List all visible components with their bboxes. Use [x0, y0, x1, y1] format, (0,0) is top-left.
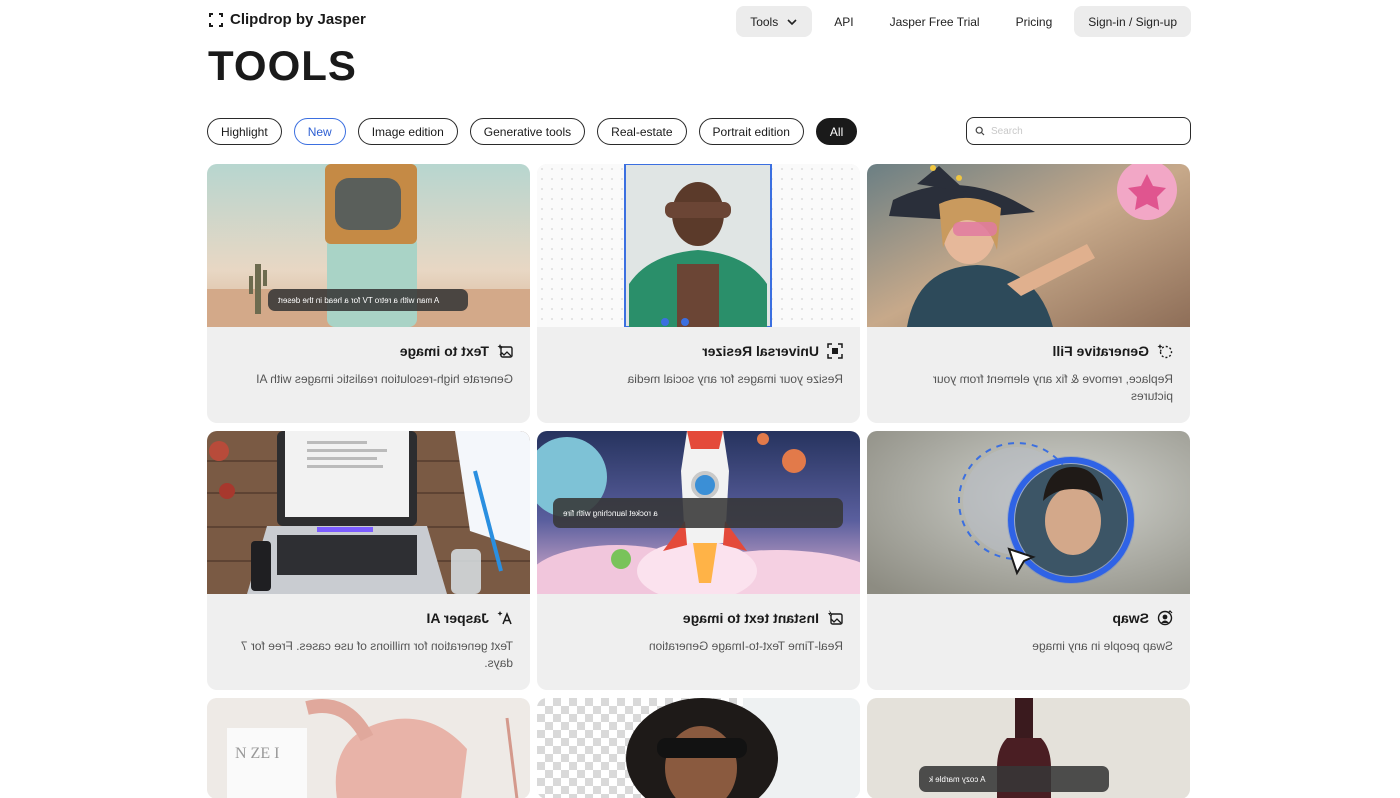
filter-chips: Highlight New Image edition Generative t… [207, 118, 858, 145]
tool-card-universal-resizer[interactable]: Universal Resizer Resize your images for… [537, 164, 860, 423]
search-icon [975, 126, 985, 136]
tool-description: Generate high-resolution realistic image… [256, 372, 513, 386]
tool-image: a rocket launching with fire [537, 431, 860, 594]
tool-name: Generative Fill [1052, 343, 1149, 359]
nav-api-link[interactable]: API [820, 6, 867, 37]
sign-in-label: Sign-in / Sign-up [1088, 14, 1177, 29]
tool-card-instant-text-to-image[interactable]: a rocket launching with fire Instant tex… [537, 431, 860, 690]
tool-heading: Jasper AI [426, 610, 513, 626]
prompt-overlay-text: a rocket launching with fire [563, 508, 658, 518]
tool-description: Text generation for millions of use case… [240, 639, 513, 670]
nav-tools-button[interactable]: Tools [736, 6, 813, 37]
tool-info: Generative Fill Replace, remove & fix an… [867, 327, 1190, 423]
sign-in-button[interactable]: Sign-in / Sign-up [1074, 6, 1191, 37]
tool-heading: Generative Fill [1053, 343, 1173, 359]
search-input[interactable] [991, 125, 1181, 137]
tool-info: Jasper AI Text generation for millions o… [207, 594, 530, 690]
tool-card-background-removal[interactable] [537, 698, 860, 798]
nav-jasper-trial-link[interactable]: Jasper Free Trial [876, 6, 994, 37]
tool-card-text-to-image[interactable]: A man with a retro TV for a head in the … [207, 164, 530, 423]
filter-portrait-edition[interactable]: Portrait edition [698, 118, 804, 145]
filter-generative-tools[interactable]: Generative tools [469, 118, 586, 145]
tool-name: Swap [1112, 610, 1149, 626]
svg-text:N ZE I: N ZE I [235, 745, 279, 762]
tool-heading: Instant text to image [683, 610, 843, 626]
clipdrop-logo-icon [209, 12, 223, 27]
tool-card-jasper-ai[interactable]: Jasper AI Text generation for millions o… [207, 431, 530, 690]
tool-image: A cozy marble k [867, 698, 1190, 798]
tool-card-generative-fill[interactable]: Generative Fill Replace, remove & fix an… [867, 164, 1190, 423]
tool-image [867, 431, 1190, 594]
tool-name: Text to image [399, 343, 489, 359]
tool-description: Resize your images for any social media [627, 372, 843, 386]
resize-frame-icon [827, 343, 843, 359]
tool-card-wine[interactable]: A cozy marble k [867, 698, 1190, 798]
tool-info: Text to image Generate high-resolution r… [207, 327, 530, 423]
prompt-overlay: a rocket launching with fire [553, 498, 843, 528]
tool-info: Swap Swap people in any image [867, 594, 1190, 690]
tool-description: Replace, remove & fix any element from y… [932, 372, 1173, 403]
logo-text: Clipdrop by Jasper [230, 11, 366, 28]
nav-tools-label: Tools [750, 14, 779, 29]
tool-name: Instant text to image [682, 610, 819, 626]
tool-heading: Swap [1112, 610, 1173, 626]
search-box[interactable] [966, 117, 1191, 145]
filter-new[interactable]: New [293, 118, 346, 145]
nav-pricing-label: Pricing [1015, 14, 1053, 29]
image-bolt-icon [828, 610, 843, 625]
face-swap-icon [1157, 610, 1173, 626]
page: Clipdrop by Jasper Tools API Jasper Free… [0, 0, 1400, 798]
tool-card-bag[interactable]: N ZE I [207, 698, 530, 798]
prompt-overlay-text: A cozy marble k [929, 774, 986, 784]
prompt-overlay: A man with a retro TV for a head in the … [268, 289, 468, 311]
page-title: TOOLS [208, 42, 357, 89]
tool-description: Swap people in any image [1032, 639, 1173, 653]
tool-image [207, 431, 530, 594]
logo[interactable]: Clipdrop by Jasper [208, 11, 366, 28]
tools-grid: A man with a retro TV for a head in the … [207, 164, 1190, 798]
filter-all[interactable]: All [815, 118, 858, 145]
tool-name: Jasper AI [426, 610, 489, 626]
tool-image [537, 164, 860, 327]
tool-image [537, 698, 860, 798]
filter-highlight[interactable]: Highlight [207, 118, 282, 145]
tool-info: Instant text to image Real-Time Text-to-… [537, 594, 860, 690]
tool-heading: Text to image [400, 343, 513, 359]
prompt-overlay: A cozy marble k [919, 766, 1109, 792]
tool-description: Real-Time Text-to-Image Generation [648, 639, 843, 653]
tool-name: Universal Resizer [702, 343, 819, 359]
filter-image-edition[interactable]: Image edition [357, 118, 458, 145]
tool-image: N ZE I [207, 698, 530, 798]
tool-image [867, 164, 1190, 327]
nav-pricing-link[interactable]: Pricing [1002, 6, 1067, 37]
tool-image: A man with a retro TV for a head in the … [207, 164, 530, 327]
text-sparkle-icon [497, 611, 512, 625]
filter-real-estate[interactable]: Real-estate [597, 118, 687, 145]
top-nav: Tools API Jasper Free Trial Pricing Sign… [736, 6, 1191, 37]
prompt-overlay-text: A man with a retro TV for a head in the … [278, 295, 440, 305]
nav-jasper-trial-label: Jasper Free Trial [889, 14, 980, 29]
tool-heading: Universal Resizer [702, 343, 843, 359]
tool-info: Universal Resizer Resize your images for… [537, 327, 860, 423]
image-sparkle-icon [497, 344, 513, 358]
tool-card-swap[interactable]: Swap Swap people in any image [867, 431, 1190, 690]
chevron-down-icon [787, 18, 797, 25]
dashed-circle-sparkle-icon [1157, 344, 1173, 359]
nav-api-label: API [834, 14, 854, 29]
